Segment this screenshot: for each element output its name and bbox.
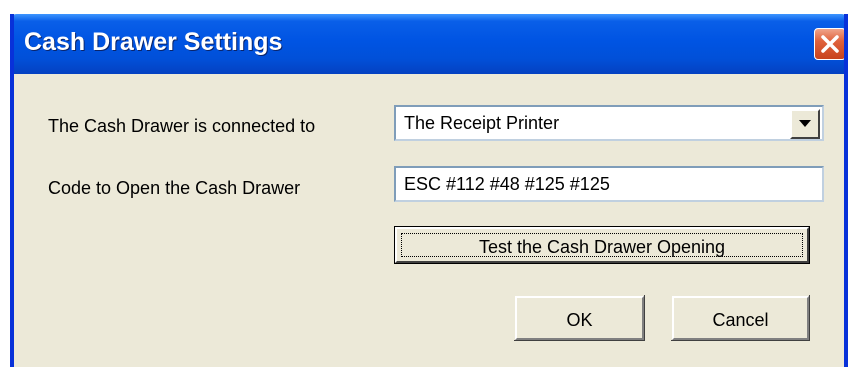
- code-input[interactable]: ESC #112 #48 #125 #125: [394, 166, 824, 202]
- cancel-label: Cancel: [712, 310, 769, 330]
- close-button[interactable]: [814, 28, 844, 60]
- code-label: Code to Open the Cash Drawer: [48, 178, 301, 198]
- ok-button[interactable]: OK: [514, 295, 645, 341]
- close-icon: [821, 35, 839, 53]
- connected-to-value: The Receipt Printer: [404, 113, 560, 133]
- chevron-down-icon: [799, 120, 811, 127]
- ok-label: OK: [566, 310, 593, 330]
- title-bar[interactable]: Cash Drawer Settings: [14, 14, 844, 74]
- test-drawer-label: Test the Cash Drawer Opening: [478, 237, 726, 257]
- code-value: ESC #112 #48 #125 #125: [404, 174, 610, 194]
- connected-to-select[interactable]: The Receipt Printer: [394, 105, 824, 141]
- test-drawer-button[interactable]: Test the Cash Drawer Opening: [394, 226, 810, 264]
- cancel-button[interactable]: Cancel: [671, 295, 810, 341]
- window-title: Cash Drawer Settings: [24, 28, 283, 56]
- dropdown-button[interactable]: [790, 109, 820, 139]
- connected-to-label: The Cash Drawer is connected to: [48, 116, 316, 136]
- cash-drawer-settings-dialog: Cash Drawer Settings The Cash Drawer is …: [10, 14, 848, 367]
